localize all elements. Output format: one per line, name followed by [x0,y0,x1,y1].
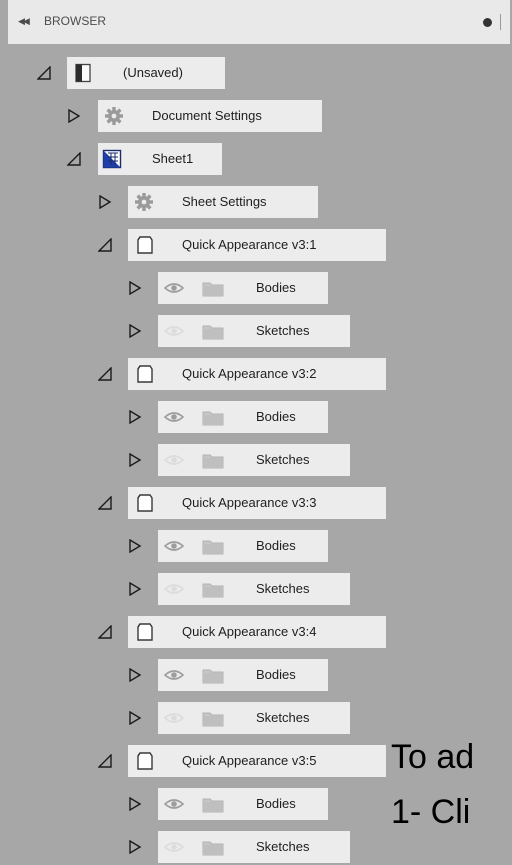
component-icon [137,236,153,254]
tree-item-bodies-label: Bodies [256,538,296,553]
visibility-eye-icon[interactable] [164,410,184,424]
tree-item-root[interactable]: (Unsaved) [67,57,225,89]
collapse-triangle-icon[interactable] [98,496,112,510]
visibility-eye-hidden-icon[interactable] [164,582,184,596]
tree-item-component-label: Quick Appearance v3:1 [182,237,317,252]
gear-icon [135,193,153,211]
expand-triangle-icon[interactable] [128,711,142,725]
visibility-eye-icon[interactable] [164,281,184,295]
tree-item-bodies[interactable]: Bodies [158,272,328,304]
expand-triangle-icon[interactable] [128,668,142,682]
tree-item-sheet-settings[interactable]: Sheet Settings [128,186,318,218]
tree-item-component[interactable]: Quick Appearance v3:4 [128,616,386,648]
expand-triangle-icon[interactable] [128,410,142,424]
tree-item-bodies-label: Bodies [256,667,296,682]
header-divider [500,14,501,30]
tree-item-sketches-label: Sketches [256,323,310,338]
folder-icon [202,712,224,727]
tree-item-sketches[interactable]: Sketches [158,444,350,476]
tree-item-component[interactable]: Quick Appearance v3:2 [128,358,386,390]
tree-item-sketches-label: Sketches [256,581,310,596]
tree-item-document-settings[interactable]: Document Settings [98,100,322,132]
folder-icon [202,454,224,469]
tree-item-bodies-label: Bodies [256,796,296,811]
expand-triangle-icon[interactable] [128,797,142,811]
folder-icon [202,411,224,426]
collapse-triangle-icon[interactable] [98,625,112,639]
collapse-triangle-icon[interactable] [37,66,51,80]
tree-item-bodies[interactable]: Bodies [158,530,328,562]
browser-header: ◀◀ BROWSER [8,0,510,44]
tree-item-sheet-settings-label: Sheet Settings [182,194,267,209]
folder-icon [202,841,224,856]
collapse-triangle-icon[interactable] [98,367,112,381]
folder-icon [202,540,224,555]
tree-item-bodies[interactable]: Bodies [158,659,328,691]
visibility-eye-hidden-icon[interactable] [164,711,184,725]
tree-item-component[interactable]: Quick Appearance v3:3 [128,487,386,519]
tree-item-sketches[interactable]: Sketches [158,702,350,734]
tree-item-component-label: Quick Appearance v3:3 [182,495,317,510]
tree-item-sheet1-label: Sheet1 [152,151,194,166]
folder-icon [202,282,224,297]
tree-item-bodies[interactable]: Bodies [158,401,328,433]
tree-item-sketches-label: Sketches [256,452,310,467]
folder-icon [202,669,224,684]
visibility-eye-icon[interactable] [164,668,184,682]
expand-triangle-icon[interactable] [128,324,142,338]
expand-triangle-icon[interactable] [128,453,142,467]
folder-icon [202,798,224,813]
overlay-text-line-2: 1- Cli [391,793,471,831]
tree-item-component[interactable]: Quick Appearance v3:5 [128,745,386,777]
tree-item-sketches-label: Sketches [256,839,310,854]
component-icon [137,623,153,641]
tree-item-bodies[interactable]: Bodies [158,788,328,820]
folder-icon [202,583,224,598]
tree-item-sketches-label: Sketches [256,710,310,725]
expand-triangle-icon[interactable] [98,195,112,209]
pin-dot-icon[interactable] [483,18,492,27]
tree-item-document-settings-label: Document Settings [152,108,262,123]
collapse-triangle-icon[interactable] [98,238,112,252]
folder-icon [202,325,224,340]
visibility-eye-hidden-icon[interactable] [164,453,184,467]
collapse-triangle-icon[interactable] [98,754,112,768]
double-left-arrow-icon[interactable]: ◀◀ [18,16,30,27]
tree-item-component-label: Quick Appearance v3:5 [182,753,317,768]
browser-title: BROWSER [44,14,107,28]
tree-item-sketches[interactable]: Sketches [158,573,350,605]
tree-item-sheet1[interactable]: Sheet1 [98,143,222,175]
expand-triangle-icon[interactable] [128,840,142,854]
expand-triangle-icon[interactable] [67,109,81,123]
tree-item-component-label: Quick Appearance v3:2 [182,366,317,381]
tree-item-root-label: (Unsaved) [123,65,183,80]
component-icon [137,752,153,770]
tree-item-component[interactable]: Quick Appearance v3:1 [128,229,386,261]
gear-icon [105,107,123,125]
tree-item-component-label: Quick Appearance v3:4 [182,624,317,639]
component-icon [137,494,153,512]
component-icon [137,365,153,383]
tree-item-bodies-label: Bodies [256,409,296,424]
expand-triangle-icon[interactable] [128,281,142,295]
visibility-eye-icon[interactable] [164,797,184,811]
expand-triangle-icon[interactable] [128,582,142,596]
tree-item-bodies-label: Bodies [256,280,296,295]
tree-item-sketches[interactable]: Sketches [158,831,350,863]
document-icon [75,63,91,83]
overlay-text-line-1: To ad [391,738,475,776]
sheet-icon [102,149,122,169]
visibility-eye-icon[interactable] [164,539,184,553]
collapse-triangle-icon[interactable] [67,152,81,166]
tree-item-sketches[interactable]: Sketches [158,315,350,347]
visibility-eye-hidden-icon[interactable] [164,840,184,854]
visibility-eye-hidden-icon[interactable] [164,324,184,338]
expand-triangle-icon[interactable] [128,539,142,553]
